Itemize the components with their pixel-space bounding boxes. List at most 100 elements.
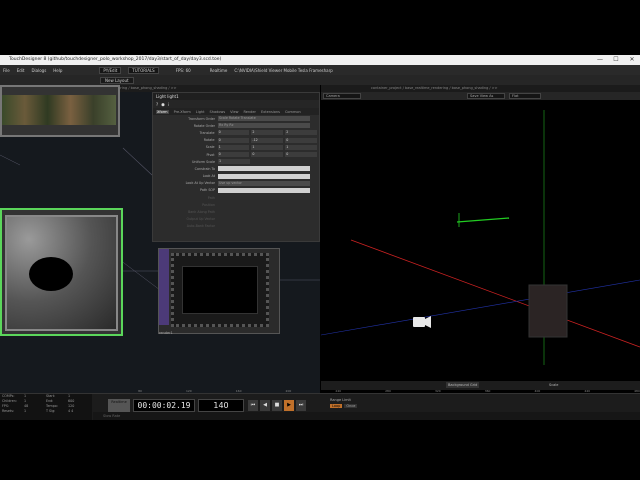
param-label: Rotate (203, 138, 215, 143)
param-field[interactable]: Use up vector (218, 180, 310, 186)
param-value[interactable]: 1 (218, 159, 250, 165)
tab-view[interactable]: View (230, 110, 238, 114)
tab-xform[interactable]: Xform (156, 109, 169, 114)
param-row: Look At (153, 173, 319, 180)
param-value[interactable]: 0 (251, 152, 284, 158)
param-value[interactable]: 2 (285, 130, 317, 136)
step-back-icon[interactable]: ◀ (260, 400, 270, 411)
selected-node[interactable] (0, 208, 123, 336)
param-row: Constrain To (153, 165, 319, 172)
tab-shadows[interactable]: Shadows (210, 110, 226, 114)
fps-readout: FPS: 60 (175, 67, 191, 73)
timeline-tick: 280 (385, 389, 391, 393)
3d-viewport[interactable] (321, 85, 640, 393)
rewind-icon[interactable]: ⏮ (248, 400, 258, 411)
x-axis-line (350, 239, 640, 348)
new-layout-button[interactable]: New Layout (100, 76, 134, 84)
param-row: Auto-Bank Factor (153, 223, 319, 230)
param-label: Scale (205, 145, 215, 150)
param-field[interactable]: Scale Rotate Translate (218, 116, 310, 122)
param-row: Look At Up Vector Use up vector (153, 180, 319, 187)
render-node[interactable]: render1 (158, 248, 280, 335)
viewport-path[interactable]: container_project / base_realtime_render… (321, 85, 640, 92)
timeline-tick: 200 (285, 389, 292, 393)
window-titlebar: TouchDesigner 8 (github/touchdesigner_po… (0, 55, 640, 65)
image-node[interactable] (0, 85, 120, 137)
tab-light[interactable]: Light (196, 110, 205, 114)
param-field[interactable] (218, 173, 310, 179)
param-field[interactable] (218, 166, 310, 172)
tutorials-field[interactable]: TUTORIALS (128, 66, 159, 74)
tab-render[interactable]: Render (243, 110, 255, 114)
frame-display[interactable]: 140 (198, 399, 244, 412)
param-label: Uniform Scale (191, 159, 215, 164)
param-label: Transform Order (188, 116, 215, 121)
param-value[interactable]: 1 (217, 144, 250, 150)
param-value[interactable]: 0 (217, 130, 250, 136)
image-preview (2, 95, 116, 125)
maximize-icon[interactable]: ☐ (608, 55, 624, 65)
camera-icon (413, 317, 425, 327)
background-grid-toggle[interactable]: Background Grid (446, 382, 480, 388)
realtime-toggle[interactable]: Realtime (210, 68, 228, 73)
param-field[interactable]: Rx Ry Rz (218, 123, 310, 129)
param-row: Position (153, 201, 319, 208)
param-label: Look At Up Vector (185, 181, 215, 186)
param-value[interactable]: 0 (217, 137, 250, 143)
menu-file[interactable]: File (3, 68, 10, 73)
once-button[interactable]: Once (344, 404, 358, 408)
menu-edit[interactable]: Edit (17, 68, 25, 73)
step-forward-icon[interactable]: ⏭ (296, 400, 306, 411)
timecode-display[interactable]: 00:00:02.19 (133, 399, 195, 412)
realtime-button[interactable]: Realtime (108, 399, 130, 412)
timeline-tick: 400 (534, 389, 541, 393)
timeline-tick: 80 (138, 389, 142, 393)
param-label: Constrain To (194, 166, 215, 171)
flat-dropdown[interactable]: Flat (509, 93, 541, 99)
param-label: Path SOP (200, 188, 215, 193)
stop-icon[interactable]: ■ (272, 400, 282, 411)
timeline-ticks: 80 120 160 200 240 280 320 360 400 440 480 (94, 389, 640, 394)
py-edit-field[interactable]: PY/Edit (99, 66, 122, 74)
param-field[interactable] (218, 187, 310, 193)
preview-dark-shape (29, 257, 73, 291)
param-label: Rotate Order (193, 123, 215, 128)
minimize-icon[interactable]: — (592, 55, 608, 65)
param-value[interactable]: 0 (285, 137, 317, 143)
menu-help[interactable]: Help (53, 68, 62, 73)
python-icon[interactable]: ⬢ (161, 102, 165, 107)
param-value[interactable]: -12 (251, 137, 284, 143)
scale-label: Scale (549, 383, 559, 387)
tab-pre-xform[interactable]: Pre-Xform (174, 110, 191, 114)
timeline-tick: 360 (484, 389, 491, 393)
play-icon[interactable]: ▶ (284, 400, 294, 411)
info-cell: 1 (24, 409, 27, 413)
tab-extensions[interactable]: Extensions (261, 110, 280, 114)
param-row: Pivot 0 0 0 (153, 151, 319, 158)
param-value[interactable]: 0 (217, 152, 250, 158)
param-label: Auto-Bank Factor (186, 224, 215, 229)
render-node-toolbar[interactable] (159, 249, 169, 325)
menu-dialogs[interactable]: Dialogs (31, 68, 46, 73)
save-view-dropdown[interactable]: Save View As (467, 93, 505, 99)
close-icon[interactable]: ✕ (624, 55, 640, 65)
render-preview (171, 253, 269, 327)
param-row: Path SOP (153, 187, 319, 194)
help-icon[interactable]: ? (156, 102, 158, 107)
param-value[interactable]: 1 (251, 144, 284, 150)
param-value[interactable]: 2 (251, 130, 284, 136)
param-label: Bank Along Path (188, 210, 215, 215)
param-label: Look At (202, 174, 215, 179)
info-row: Resets: 1 T Sig: 4 4 (0, 409, 92, 414)
menu-bar: File Edit Dialogs Help PY/Edit TUTORIALS… (0, 65, 640, 75)
gpu-info: C:\NVIDIA\Shield Viewer Mobile Tesla Fra… (234, 67, 333, 73)
camera-dropdown[interactable]: Camera (323, 93, 361, 99)
param-label: Pivot (206, 152, 215, 157)
loop-button[interactable]: Loop (330, 404, 343, 408)
param-value[interactable]: 0 (285, 152, 317, 158)
param-value[interactable]: 1 (285, 144, 317, 150)
param-row: Output Up Vector (153, 216, 319, 223)
tab-common[interactable]: Common (285, 110, 301, 114)
timeline-tick: 160 (235, 389, 242, 393)
info-icon[interactable]: i (168, 102, 169, 107)
